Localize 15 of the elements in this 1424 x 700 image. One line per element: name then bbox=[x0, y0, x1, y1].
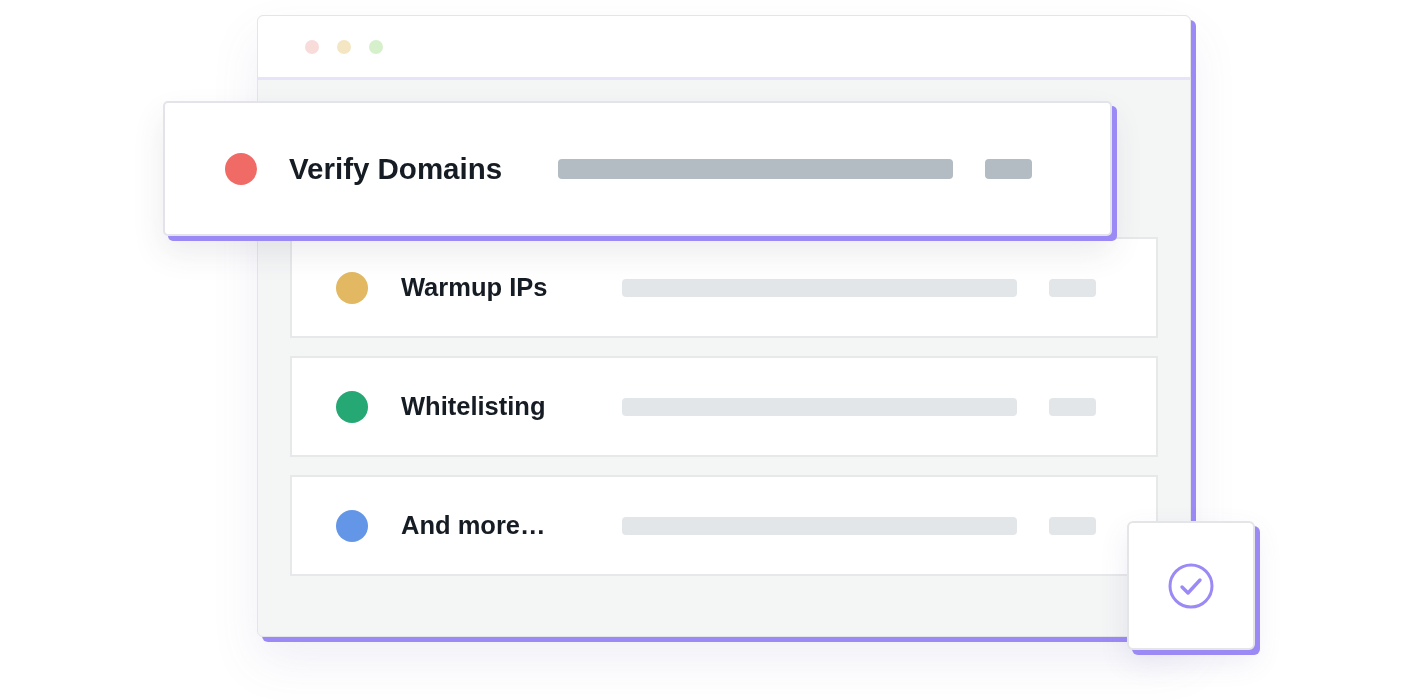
task-label: Verify Domains bbox=[289, 151, 503, 185]
task-label: Whitelisting bbox=[401, 392, 546, 420]
task-row[interactable]: Warmup IPs bbox=[290, 237, 1158, 338]
placeholder-pill bbox=[985, 158, 1032, 179]
task-label: And more… bbox=[401, 511, 546, 539]
task-row[interactable]: Whitelisting bbox=[290, 356, 1158, 457]
window-control-icon bbox=[337, 39, 351, 54]
placeholder-pill bbox=[1049, 278, 1096, 297]
task-row[interactable]: And more… bbox=[290, 475, 1158, 576]
placeholder-pill bbox=[1049, 397, 1096, 416]
window-control-icon bbox=[369, 39, 383, 54]
placeholder-pill bbox=[1049, 516, 1096, 535]
task-label: Warmup IPs bbox=[401, 273, 548, 301]
window-control-icon bbox=[305, 39, 319, 54]
check-circle-icon bbox=[1168, 562, 1214, 609]
